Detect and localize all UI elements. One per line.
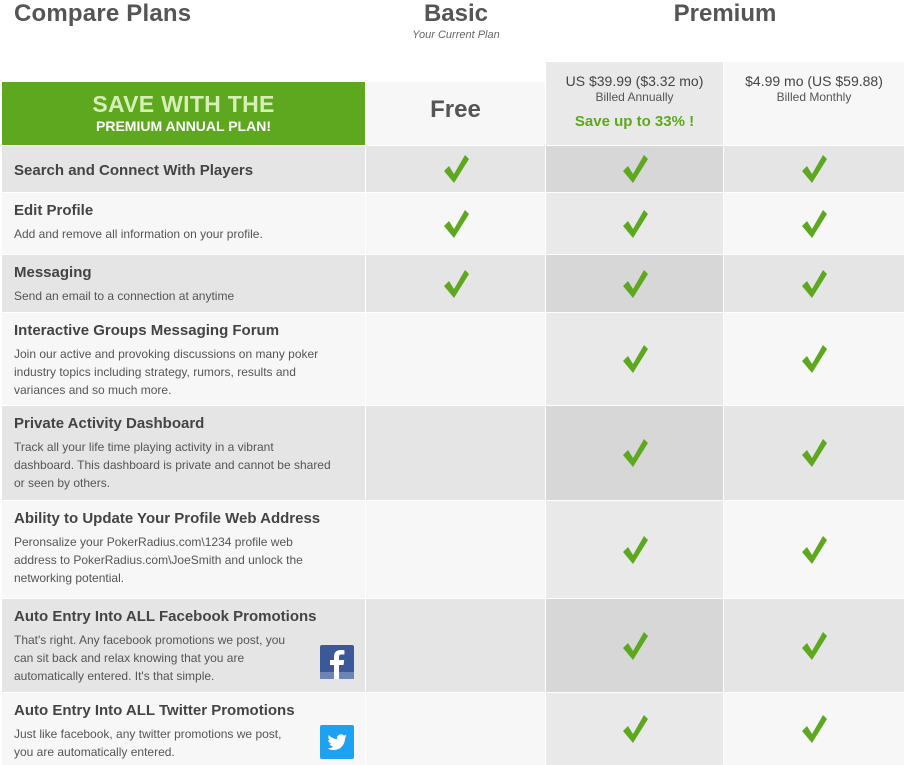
current-plan-label: Your Current Plan bbox=[412, 29, 500, 41]
facebook-icon[interactable] bbox=[320, 645, 354, 679]
basic-price: Free bbox=[430, 96, 481, 123]
feature-title: Search and Connect With Players bbox=[14, 162, 254, 179]
save-banner-line1: SAVE WITH THE bbox=[92, 91, 275, 117]
monthly-billing: Billed Monthly bbox=[776, 90, 852, 104]
monthly-cell bbox=[724, 406, 904, 500]
annual-cell bbox=[546, 255, 723, 312]
check-icon bbox=[622, 209, 648, 238]
annual-savings: Save up to 33% ! bbox=[574, 113, 695, 130]
feature-title: Edit Profile bbox=[14, 202, 94, 219]
basic-cell bbox=[366, 693, 545, 765]
feature-title: Messaging bbox=[14, 264, 92, 281]
annual-cell bbox=[546, 501, 723, 598]
basic-cell bbox=[366, 501, 545, 598]
feature-title: Auto Entry Into ALL Facebook Promotions bbox=[14, 608, 317, 625]
check-icon bbox=[802, 209, 827, 238]
feature-cell: Search and Connect With Players bbox=[2, 146, 365, 192]
feature-cell: Private Activity Dashboard Track all you… bbox=[2, 406, 365, 500]
check-icon bbox=[802, 155, 827, 183]
feature-description: Join our active and provoking discussion… bbox=[14, 347, 319, 397]
monthly-price: $4.99 mo (US $59.88) bbox=[745, 73, 883, 89]
check-icon bbox=[443, 209, 469, 238]
basic-price-cell: Free bbox=[366, 82, 545, 145]
feature-row: Auto Entry Into ALL Twitter Promotions J… bbox=[2, 693, 904, 765]
basic-cell bbox=[366, 313, 545, 405]
monthly-cell bbox=[724, 146, 904, 192]
annual-cell bbox=[546, 146, 723, 192]
basic-plan-title: Basic bbox=[423, 0, 489, 27]
feature-description: That's right. Any facebook promotions we… bbox=[14, 633, 286, 683]
feature-cell: Ability to Update Your Profile Web Addre… bbox=[2, 501, 365, 598]
monthly-cell bbox=[724, 693, 904, 765]
monthly-cell bbox=[724, 255, 904, 312]
premium-plan-title: Premium bbox=[673, 0, 777, 27]
check-icon bbox=[622, 345, 648, 373]
feature-description: Peronsalize your PokerRadius.com\1234 pr… bbox=[14, 535, 303, 585]
feature-cell: Auto Entry Into ALL Twitter Promotions J… bbox=[2, 693, 365, 765]
page-title: Compare Plans bbox=[14, 0, 192, 27]
save-banner-line2: PREMIUM ANNUAL PLAN! bbox=[96, 118, 271, 134]
annual-cell bbox=[546, 599, 723, 692]
check-icon bbox=[802, 631, 827, 660]
annual-billing: Billed Annually bbox=[595, 90, 674, 104]
feature-row: Interactive Groups Messaging Forum Join … bbox=[2, 313, 904, 405]
twitter-icon[interactable] bbox=[320, 725, 354, 759]
monthly-cell bbox=[724, 193, 904, 254]
check-icon bbox=[802, 715, 827, 743]
feature-title: Private Activity Dashboard bbox=[14, 415, 205, 432]
basic-cell bbox=[366, 146, 545, 192]
feature-cell: Interactive Groups Messaging Forum Join … bbox=[2, 313, 365, 405]
check-icon bbox=[622, 439, 648, 467]
monthly-cell bbox=[724, 599, 904, 692]
feature-description: Add and remove all information on your p… bbox=[14, 227, 263, 241]
annual-cell bbox=[546, 693, 723, 765]
monthly-plan-option[interactable]: $4.99 mo (US $59.88) Billed Monthly bbox=[724, 62, 904, 145]
check-icon bbox=[443, 269, 469, 298]
check-icon bbox=[802, 535, 827, 564]
feature-row: Private Activity Dashboard Track all you… bbox=[2, 406, 904, 500]
feature-description: Just like facebook, any twitter promotio… bbox=[14, 727, 282, 759]
feature-row: Edit Profile Add and remove all informat… bbox=[2, 193, 904, 254]
annual-cell bbox=[546, 406, 723, 500]
feature-title: Auto Entry Into ALL Twitter Promotions bbox=[14, 702, 295, 719]
save-banner: SAVE WITH THE PREMIUM ANNUAL PLAN! bbox=[2, 82, 365, 145]
check-icon bbox=[622, 631, 648, 660]
feature-row: Ability to Update Your Profile Web Addre… bbox=[2, 501, 904, 598]
check-icon bbox=[802, 345, 827, 373]
check-icon bbox=[622, 269, 648, 298]
feature-title: Ability to Update Your Profile Web Addre… bbox=[14, 510, 321, 527]
check-icon bbox=[622, 155, 648, 183]
feature-row: Search and Connect With Players bbox=[2, 146, 904, 192]
basic-cell bbox=[366, 193, 545, 254]
basic-cell bbox=[366, 255, 545, 312]
feature-description: Track all your life time playing activit… bbox=[14, 440, 331, 490]
check-icon bbox=[802, 269, 827, 298]
annual-cell bbox=[546, 193, 723, 254]
check-icon bbox=[622, 535, 648, 564]
feature-cell: Messaging Send an email to a connection … bbox=[2, 255, 365, 312]
annual-cell bbox=[546, 313, 723, 405]
monthly-cell bbox=[724, 501, 904, 598]
feature-cell: Edit Profile Add and remove all informat… bbox=[2, 193, 365, 254]
basic-cell bbox=[366, 406, 545, 500]
feature-description: Send an email to a connection at anytime bbox=[14, 289, 235, 303]
check-icon bbox=[622, 715, 648, 743]
basic-cell bbox=[366, 599, 545, 692]
feature-row: Auto Entry Into ALL Facebook Promotions … bbox=[2, 599, 904, 692]
annual-plan-option[interactable]: US $39.99 ($3.32 mo) Billed Annually Sav… bbox=[546, 62, 723, 145]
check-icon bbox=[802, 439, 827, 467]
feature-row: Messaging Send an email to a connection … bbox=[2, 255, 904, 312]
annual-price: US $39.99 ($3.32 mo) bbox=[565, 73, 704, 89]
check-icon bbox=[443, 155, 469, 183]
feature-cell: Auto Entry Into ALL Facebook Promotions … bbox=[2, 599, 365, 692]
monthly-cell bbox=[724, 313, 904, 405]
feature-title: Interactive Groups Messaging Forum bbox=[14, 322, 280, 339]
